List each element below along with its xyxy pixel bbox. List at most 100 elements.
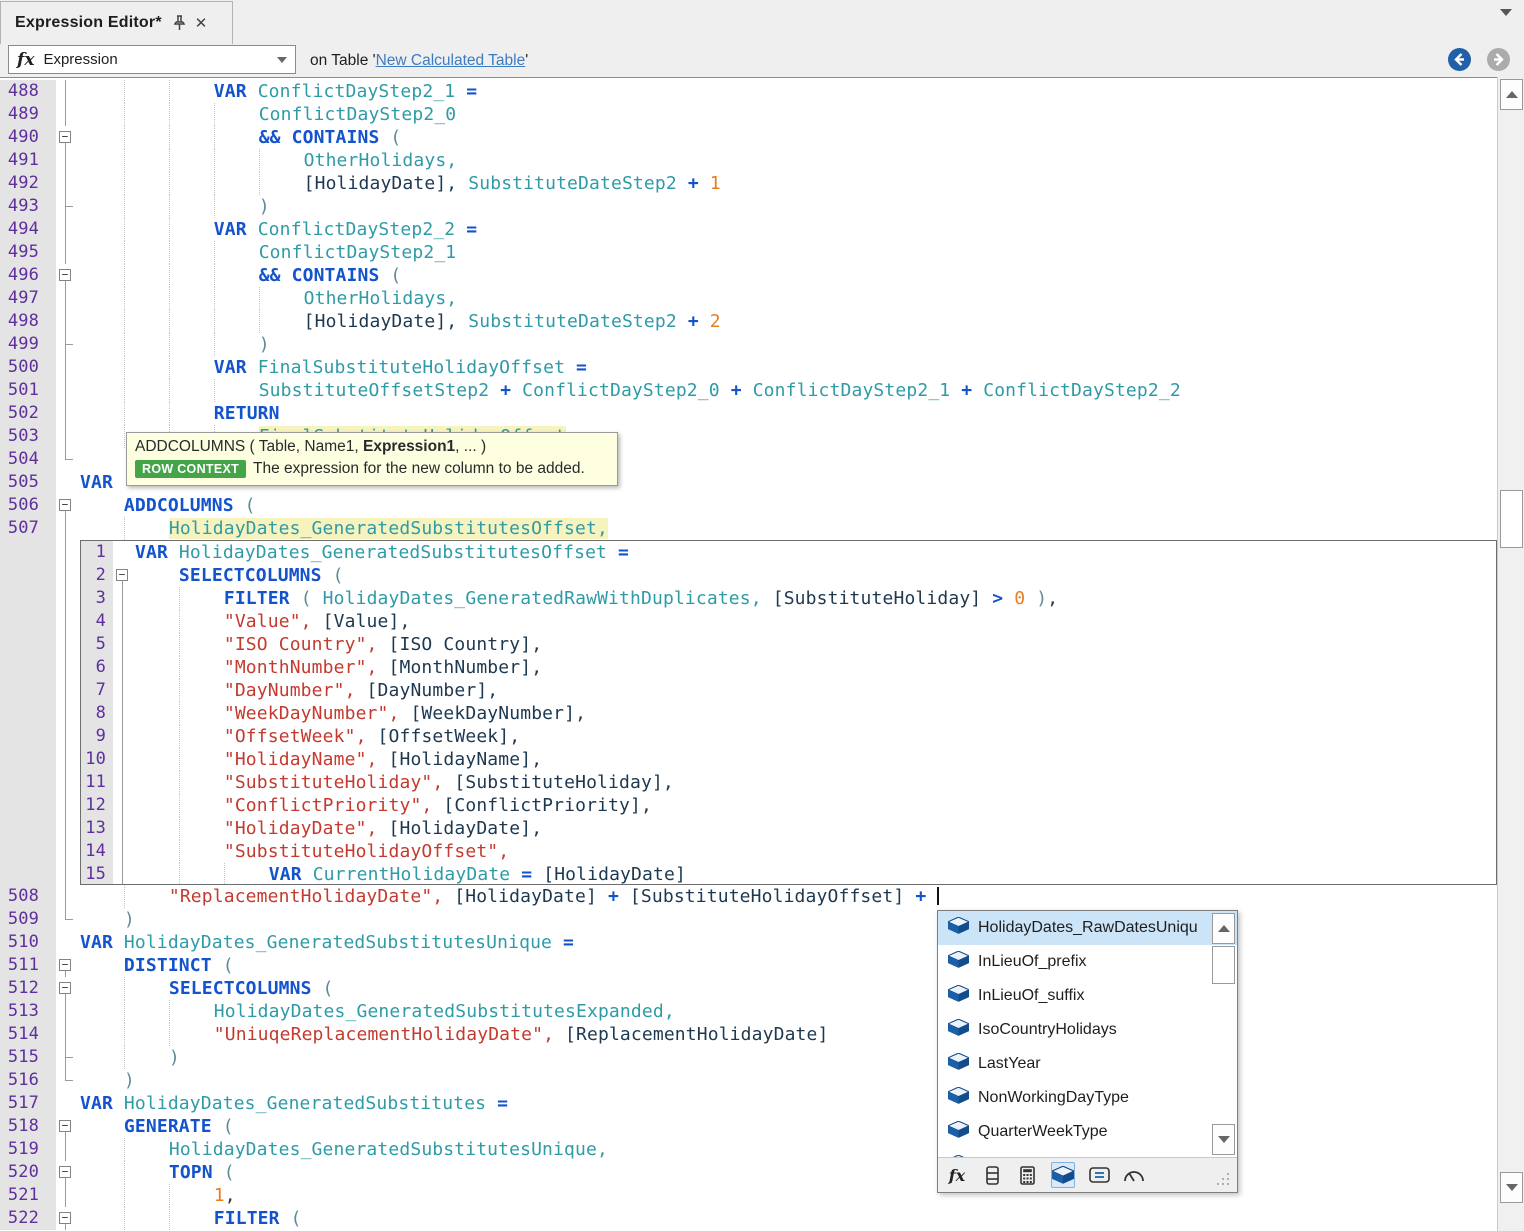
code-line[interactable]: 1VAR HolidayDates_GeneratedSubstitutesOf…	[81, 541, 1496, 564]
code-line[interactable]: 517VAR HolidayDates_GeneratedSubstitutes…	[0, 1092, 1498, 1115]
code-line[interactable]: 488 VAR ConflictDayStep2_1 =	[0, 80, 1498, 103]
expression-selector[interactable]: fx Expression	[8, 45, 296, 74]
code-line[interactable]: 3 FILTER ( HolidayDates_GeneratedRawWith…	[81, 587, 1496, 610]
list-item[interactable]: InLieuOf_prefix	[938, 945, 1237, 979]
resize-grip[interactable]	[1217, 1173, 1231, 1187]
code-line[interactable]: 514 "UniuqeReplacementHolidayDate", [Rep…	[0, 1023, 1498, 1046]
equals-filter-icon[interactable]	[1088, 1163, 1110, 1187]
fold-margin	[56, 172, 75, 195]
code-line[interactable]: 2− SELECTCOLUMNS (	[81, 564, 1496, 587]
code-line[interactable]: 510VAR HolidayDates_GeneratedSubstitutes…	[0, 931, 1498, 954]
autocomplete-scrollbar[interactable]	[1212, 913, 1235, 1155]
code-line[interactable]: 495 ConflictDayStep2_1	[0, 241, 1498, 264]
fold-collapse-marker[interactable]: −	[56, 954, 75, 977]
list-item-partial[interactable]	[938, 1149, 1237, 1157]
line-number: 500	[0, 356, 56, 379]
fold-collapse-marker[interactable]: −	[56, 977, 75, 1000]
editor-vertical-scrollbar[interactable]	[1497, 77, 1524, 1231]
close-icon[interactable]: ✕	[195, 14, 208, 32]
code-line[interactable]: 518− GENERATE (	[0, 1115, 1498, 1138]
line-number: 512	[0, 977, 56, 1000]
scroll-up-button[interactable]	[1500, 79, 1523, 110]
code-line[interactable]: 489 ConflictDayStep2_0	[0, 103, 1498, 126]
code-line[interactable]: 513 HolidayDates_GeneratedSubstitutesExp…	[0, 1000, 1498, 1023]
code-line[interactable]: 493 )	[0, 195, 1498, 218]
code-line[interactable]: 520− TOPN (	[0, 1161, 1498, 1184]
table-cube-icon	[948, 985, 969, 1007]
scroll-down-button[interactable]	[1500, 1172, 1523, 1203]
code-line[interactable]: 9 "OffsetWeek", [OffsetWeek],	[81, 725, 1496, 748]
code-line[interactable]: 4 "Value", [Value],	[81, 610, 1496, 633]
autocomplete-scroll-up-button[interactable]	[1212, 913, 1235, 944]
fold-margin	[113, 748, 132, 771]
fold-collapse-marker[interactable]: −	[56, 1161, 75, 1184]
code-line[interactable]: 509 )	[0, 908, 1498, 931]
function-filter-icon[interactable]: fx	[946, 1163, 968, 1187]
fold-collapse-marker[interactable]: −	[56, 1207, 75, 1230]
chevron-down-icon[interactable]	[277, 57, 287, 63]
code-line[interactable]: 10 "HolidayName", [HolidayName],	[81, 748, 1496, 771]
code-line[interactable]: 12 "ConflictPriority", [ConflictPriority…	[81, 794, 1496, 817]
list-item[interactable]: QuarterWeekType	[938, 1115, 1237, 1149]
code-line[interactable]: 499 )	[0, 333, 1498, 356]
code-text: VAR HolidayDates_GeneratedSubstitutesUni…	[75, 931, 1498, 954]
expression-editor-window: Expression Editor* ✕ fx Expression on Ta…	[0, 0, 1524, 1231]
back-button[interactable]	[1448, 48, 1471, 71]
scrollbar-thumb[interactable]	[1500, 490, 1523, 548]
fold-collapse-marker[interactable]: −	[56, 494, 75, 517]
forward-button[interactable]	[1487, 48, 1510, 71]
column-filter-icon[interactable]	[981, 1163, 1003, 1187]
autocomplete-scroll-down-button[interactable]	[1212, 1124, 1235, 1155]
fold-collapse-marker[interactable]: −	[113, 564, 132, 587]
code-line[interactable]: 502 RETURN	[0, 402, 1498, 425]
code-line[interactable]: 511− DISTINCT (	[0, 954, 1498, 977]
code-line[interactable]: 494 VAR ConflictDayStep2_2 =	[0, 218, 1498, 241]
list-item[interactable]: LastYear	[938, 1047, 1237, 1081]
kpi-filter-icon[interactable]	[1123, 1163, 1145, 1187]
list-item[interactable]: NonWorkingDayType	[938, 1081, 1237, 1115]
code-text: )	[75, 195, 1498, 218]
code-line[interactable]: 496− && CONTAINS (	[0, 264, 1498, 287]
code-editor[interactable]: 488 VAR ConflictDayStep2_1 =489 Conflict…	[0, 77, 1498, 1231]
list-item[interactable]: HolidayDates_RawDatesUniqu	[938, 911, 1237, 945]
code-line[interactable]: 491 OtherHolidays,	[0, 149, 1498, 172]
list-item[interactable]: IsoCountryHolidays	[938, 1013, 1237, 1047]
list-item[interactable]: InLieuOf_suffix	[938, 979, 1237, 1013]
autocomplete-scrollbar-thumb[interactable]	[1212, 946, 1235, 984]
fold-collapse-marker[interactable]: −	[56, 264, 75, 287]
code-line[interactable]: 15 VAR CurrentHolidayDate = [HolidayDate…	[81, 863, 1496, 885]
code-line[interactable]: 497 OtherHolidays,	[0, 287, 1498, 310]
code-line[interactable]: 7 "DayNumber", [DayNumber],	[81, 679, 1496, 702]
table-filter-icon[interactable]	[1051, 1162, 1075, 1188]
code-line[interactable]: 14 "SubstituteHolidayOffset",	[81, 840, 1496, 863]
code-line[interactable]: 11 "SubstituteHoliday", [SubstituteHolid…	[81, 771, 1496, 794]
fold-collapse-marker[interactable]: −	[56, 1115, 75, 1138]
pin-icon[interactable]	[172, 15, 187, 31]
code-line[interactable]: 512− SELECTCOLUMNS (	[0, 977, 1498, 1000]
code-line[interactable]: 8 "WeekDayNumber", [WeekDayNumber],	[81, 702, 1496, 725]
code-line[interactable]: 501 SubstituteOffsetStep2 + ConflictDayS…	[0, 379, 1498, 402]
pane-menu-chevron-icon[interactable]	[1500, 9, 1512, 16]
code-line[interactable]: 521 1,	[0, 1184, 1498, 1207]
fold-collapse-marker[interactable]: −	[56, 126, 75, 149]
code-line[interactable]: 5 "ISO Country", [ISO Country],	[81, 633, 1496, 656]
code-line[interactable]: 519 HolidayDates_GeneratedSubstitutesUni…	[0, 1138, 1498, 1161]
fold-margin	[113, 633, 132, 656]
tab-expression-editor[interactable]: Expression Editor* ✕	[0, 1, 233, 44]
code-line[interactable]: 500 VAR FinalSubstituteHolidayOffset =	[0, 356, 1498, 379]
code-line[interactable]: 498 [HolidayDate], SubstituteDateStep2 +…	[0, 310, 1498, 333]
nested-code-editor[interactable]: 1VAR HolidayDates_GeneratedSubstitutesOf…	[80, 540, 1497, 885]
table-link[interactable]: New Calculated Table	[376, 52, 526, 70]
code-line[interactable]: 13 "HolidayDate", [HolidayDate],	[81, 817, 1496, 840]
code-line[interactable]: 508 "ReplacementHolidayDate", [HolidayDa…	[0, 885, 1498, 908]
code-line[interactable]: 6 "MonthNumber", [MonthNumber],	[81, 656, 1496, 679]
calculator-filter-icon[interactable]	[1016, 1163, 1038, 1187]
code-line[interactable]: 515 )	[0, 1046, 1498, 1069]
code-line[interactable]: 506− ADDCOLUMNS (	[0, 494, 1498, 517]
fold-margin	[113, 587, 132, 610]
code-line[interactable]: 492 [HolidayDate], SubstituteDateStep2 +…	[0, 172, 1498, 195]
code-line[interactable]: 490− && CONTAINS (	[0, 126, 1498, 149]
code-line[interactable]: 507 HolidayDates_GeneratedSubstitutesOff…	[0, 517, 1498, 540]
code-line[interactable]: 516 )	[0, 1069, 1498, 1092]
code-line[interactable]: 522− FILTER (	[0, 1207, 1498, 1230]
